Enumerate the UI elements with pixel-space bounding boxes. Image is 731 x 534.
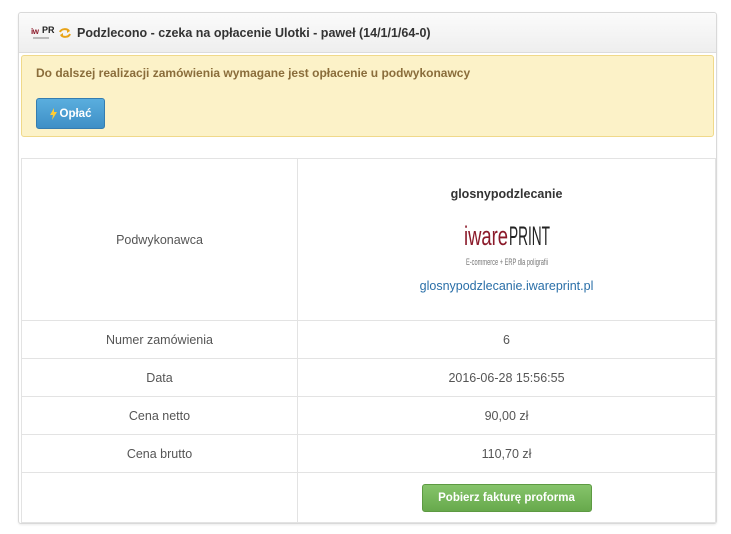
subcontractor-link[interactable]: glosnypodzlecanie.iwareprint.pl — [420, 279, 594, 293]
gross-price-label: Cena brutto — [21, 434, 298, 473]
order-number-value: 6 — [297, 320, 716, 359]
gross-price-value: 110,70 zł — [297, 434, 716, 473]
table-row: Numer zamówienia 6 — [21, 320, 716, 359]
pay-button[interactable]: Opłać — [36, 98, 105, 129]
table-row: Cena brutto 110,70 zł — [21, 434, 716, 473]
download-proforma-button[interactable]: Pobierz fakturę proforma — [421, 483, 592, 512]
subcontractor-cell: glosnypodzlecanie iware PRINT E-commerce… — [297, 158, 716, 321]
net-price-label: Cena netto — [21, 396, 298, 435]
subcontractor-name: glosnypodzlecanie — [450, 186, 563, 201]
svg-text:iware: iware — [464, 221, 508, 251]
payment-alert: Do dalszej realizacji zamówienia wymagan… — [21, 55, 714, 137]
svg-text:PRINT: PRINT — [509, 221, 550, 251]
order-number-label: Numer zamówienia — [21, 320, 298, 359]
refresh-icon — [58, 26, 72, 40]
table-row: Pobierz fakturę proforma — [21, 472, 716, 523]
order-details-table: Podwykonawca glosnypodzlecanie iware PRI… — [21, 158, 716, 523]
date-value: 2016-06-28 15:56:55 — [297, 358, 716, 397]
svg-text:E-commerce + ERP dla poligrafi: E-commerce + ERP dla poligrafii — [466, 257, 548, 267]
invoice-cell: Pobierz fakturę proforma — [297, 472, 716, 523]
order-panel: iw PR Podzlecono - czeka na opłacenie Ulo… — [18, 12, 717, 524]
subcontractor-label: Podwykonawca — [21, 158, 298, 321]
panel-title: Podzlecono - czeka na opłacenie Ulotki -… — [77, 25, 431, 40]
date-label: Data — [21, 358, 298, 397]
net-price-value: 90,00 zł — [297, 396, 716, 435]
empty-cell — [21, 472, 298, 523]
table-row: Data 2016-06-28 15:56:55 — [21, 358, 716, 397]
lightning-icon — [49, 107, 57, 120]
alert-message: Do dalszej realizacji zamówienia wymagan… — [36, 66, 471, 80]
company-logo: iw PR — [31, 25, 55, 41]
subcontractor-logo: iware PRINT E-commerce + ERP dla poligra… — [464, 221, 550, 267]
table-row: Podwykonawca glosnypodzlecanie iware PRI… — [21, 158, 716, 321]
pay-button-label: Opłać — [59, 107, 92, 120]
table-row: Cena netto 90,00 zł — [21, 396, 716, 435]
panel-header: iw PR Podzlecono - czeka na opłacenie Ulo… — [19, 13, 716, 53]
